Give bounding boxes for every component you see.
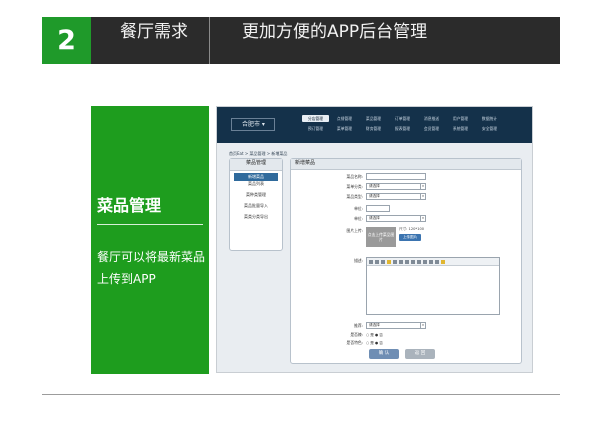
feature-title: 菜品管理 — [97, 196, 162, 215]
field-value: 请选择 — [369, 184, 380, 188]
editor-toolbar — [367, 258, 499, 266]
tool-icon[interactable] — [411, 259, 415, 264]
field-label: 菜品名称: — [346, 174, 363, 179]
sidebar-item-add-dish[interactable]: 新增菜品 — [234, 173, 278, 181]
field-input[interactable] — [366, 173, 426, 180]
confirm-button[interactable]: 确 认 — [369, 349, 399, 359]
nav-item[interactable]: 财务管理 — [360, 125, 387, 132]
spicy-label: 是否辣: — [350, 332, 363, 337]
field-label: 单位: — [354, 216, 363, 221]
chevron-down-icon: ▾ — [420, 216, 425, 221]
section-number: 2 — [42, 17, 91, 64]
tool-icon[interactable] — [429, 259, 433, 264]
nav-item[interactable]: 菜单管理 — [331, 125, 358, 132]
upload-area[interactable]: 点击上传菜品图片 — [366, 227, 396, 247]
field-label: 单位: — [354, 206, 363, 211]
image-label: 图片上传: — [346, 228, 363, 233]
image-insert-icon[interactable] — [441, 259, 445, 264]
nav-item[interactable]: 分店管理 — [302, 115, 329, 122]
sidebar-item-dish-list[interactable]: 菜品列表 — [230, 181, 282, 192]
nav-item[interactable]: 系统管理 — [447, 125, 474, 132]
tool-icon[interactable] — [381, 259, 385, 264]
tool-icon[interactable] — [435, 259, 439, 264]
sidebar-title: 菜品管理 — [230, 159, 282, 171]
app-topbar: 合肥市 ▾ 分店管理 点餐管理 菜品管理 订单管理 消息推送 用户管理 数据统计预订管理 菜单… — [217, 107, 532, 143]
section-name: 餐厅需求 — [120, 22, 188, 42]
field-input[interactable] — [366, 205, 390, 212]
tool-icon[interactable] — [375, 259, 379, 264]
sidebar-item-export[interactable]: 菜类分类导出 — [230, 214, 282, 225]
chevron-down-icon: ▾ — [420, 323, 425, 328]
nav-item[interactable]: 点餐管理 — [331, 115, 358, 122]
tool-icon[interactable] — [369, 259, 373, 264]
recommend-label: 推荐: — [354, 323, 363, 328]
app-screenshot: 合肥市 ▾ 分店管理 点餐管理 菜品管理 订单管理 消息推送 用户管理 数据统计 预订管理 菜单… — [216, 106, 533, 373]
form-row: 单位: — [291, 205, 523, 214]
feature-divider — [97, 224, 203, 225]
bold-icon[interactable] — [393, 259, 397, 264]
back-button[interactable]: 返 回 — [405, 349, 435, 359]
form-title: 新增菜品 — [291, 159, 521, 170]
nav-item[interactable]: 安全管理 — [476, 125, 503, 132]
field-label: 菜单分类: — [346, 184, 363, 189]
recommend-select[interactable]: 请选择 ▾ — [366, 322, 426, 329]
nav-item[interactable]: 消息推送 — [418, 115, 445, 122]
nav-item[interactable]: 预订管理 — [302, 125, 329, 132]
form-row: 菜品类型: 请选择 ▾ — [291, 193, 523, 202]
nav-item[interactable]: 菜品管理 — [360, 115, 387, 122]
description-editor[interactable] — [366, 257, 500, 315]
sidebar-item-bulk-import[interactable]: 菜品批量导入 — [230, 203, 282, 214]
desc-label: 描述: — [354, 258, 363, 263]
sidebar-item-dish-types[interactable]: 菜种类管理 — [230, 192, 282, 203]
nav-item[interactable]: 数据统计 — [476, 115, 503, 122]
recommend-value: 请选择 — [369, 323, 380, 327]
feature-label: 是否特色: — [346, 340, 363, 345]
field-select[interactable]: 请选择 ▾ — [366, 193, 426, 200]
upload-button[interactable]: 上传图片 — [399, 234, 421, 241]
top-nav: 分店管理 点餐管理 菜品管理 订单管理 消息推送 用户管理 数据统计预订管理 菜单管理 财务管理… — [302, 115, 503, 132]
field-select[interactable]: 请选择 ▾ — [366, 183, 426, 190]
field-value: 请选择 — [369, 216, 380, 220]
underline-icon[interactable] — [405, 259, 409, 264]
breadcrumb: 首页Eat > 菜品管理 > 新增菜品 — [229, 151, 288, 156]
upload-tip: 尺寸: 120*100 — [399, 227, 425, 231]
form-row: 单位: 请选择 ▾ — [291, 215, 523, 224]
highlight-icon[interactable] — [387, 259, 391, 264]
italic-icon[interactable] — [399, 259, 403, 264]
recommend-row: 推荐: 请选择 ▾ — [291, 322, 523, 331]
form-panel: 新增菜品 菜品名称: 菜单分类: 请选择 ▾ 菜品类型: 请选择 ▾ 单位: 单位: 请选择 ▾ 图… — [290, 158, 522, 364]
footer-divider — [42, 394, 560, 395]
chevron-down-icon: ▾ — [420, 194, 425, 199]
nav-item[interactable]: 用户管理 — [447, 115, 474, 122]
slide-title: 更加方便的APP后台管理 — [242, 22, 428, 42]
slide-header: 2 餐厅需求 更加方便的APP后台管理 — [42, 17, 560, 64]
header-divider — [209, 17, 210, 64]
nav-item[interactable]: 会员管理 — [418, 125, 445, 132]
form-row: 菜单分类: 请选择 ▾ — [291, 183, 523, 192]
nav-item[interactable]: 报表管理 — [389, 125, 416, 132]
field-value: 请选择 — [369, 194, 380, 198]
nav-item[interactable]: 订单管理 — [389, 115, 416, 122]
city-selector[interactable]: 合肥市 ▾ — [231, 118, 275, 131]
spicy-radios[interactable]: ○ 是 ● 否 — [366, 331, 383, 339]
chevron-down-icon: ▾ — [420, 184, 425, 189]
feature-description: 餐厅可以将最新菜品上传到APP — [97, 250, 206, 286]
field-label: 菜品类型: — [346, 194, 363, 199]
sidebar: 菜品管理 新增菜品 菜品列表 菜种类管理 菜品批量导入 菜类分类导出 — [229, 158, 283, 251]
feature-panel: 菜品管理 餐厅可以将最新菜品上传到APP — [91, 106, 209, 374]
feature-radios[interactable]: ○ 是 ● 否 — [366, 339, 383, 347]
form-row: 菜品名称: — [291, 173, 523, 182]
tool-icon[interactable] — [417, 259, 421, 264]
field-select[interactable]: 请选择 ▾ — [366, 215, 426, 222]
tool-icon[interactable] — [423, 259, 427, 264]
city-label: 合肥市 — [242, 121, 261, 128]
feature-row: 是否特色: ○ 是 ● 否 — [291, 339, 523, 348]
